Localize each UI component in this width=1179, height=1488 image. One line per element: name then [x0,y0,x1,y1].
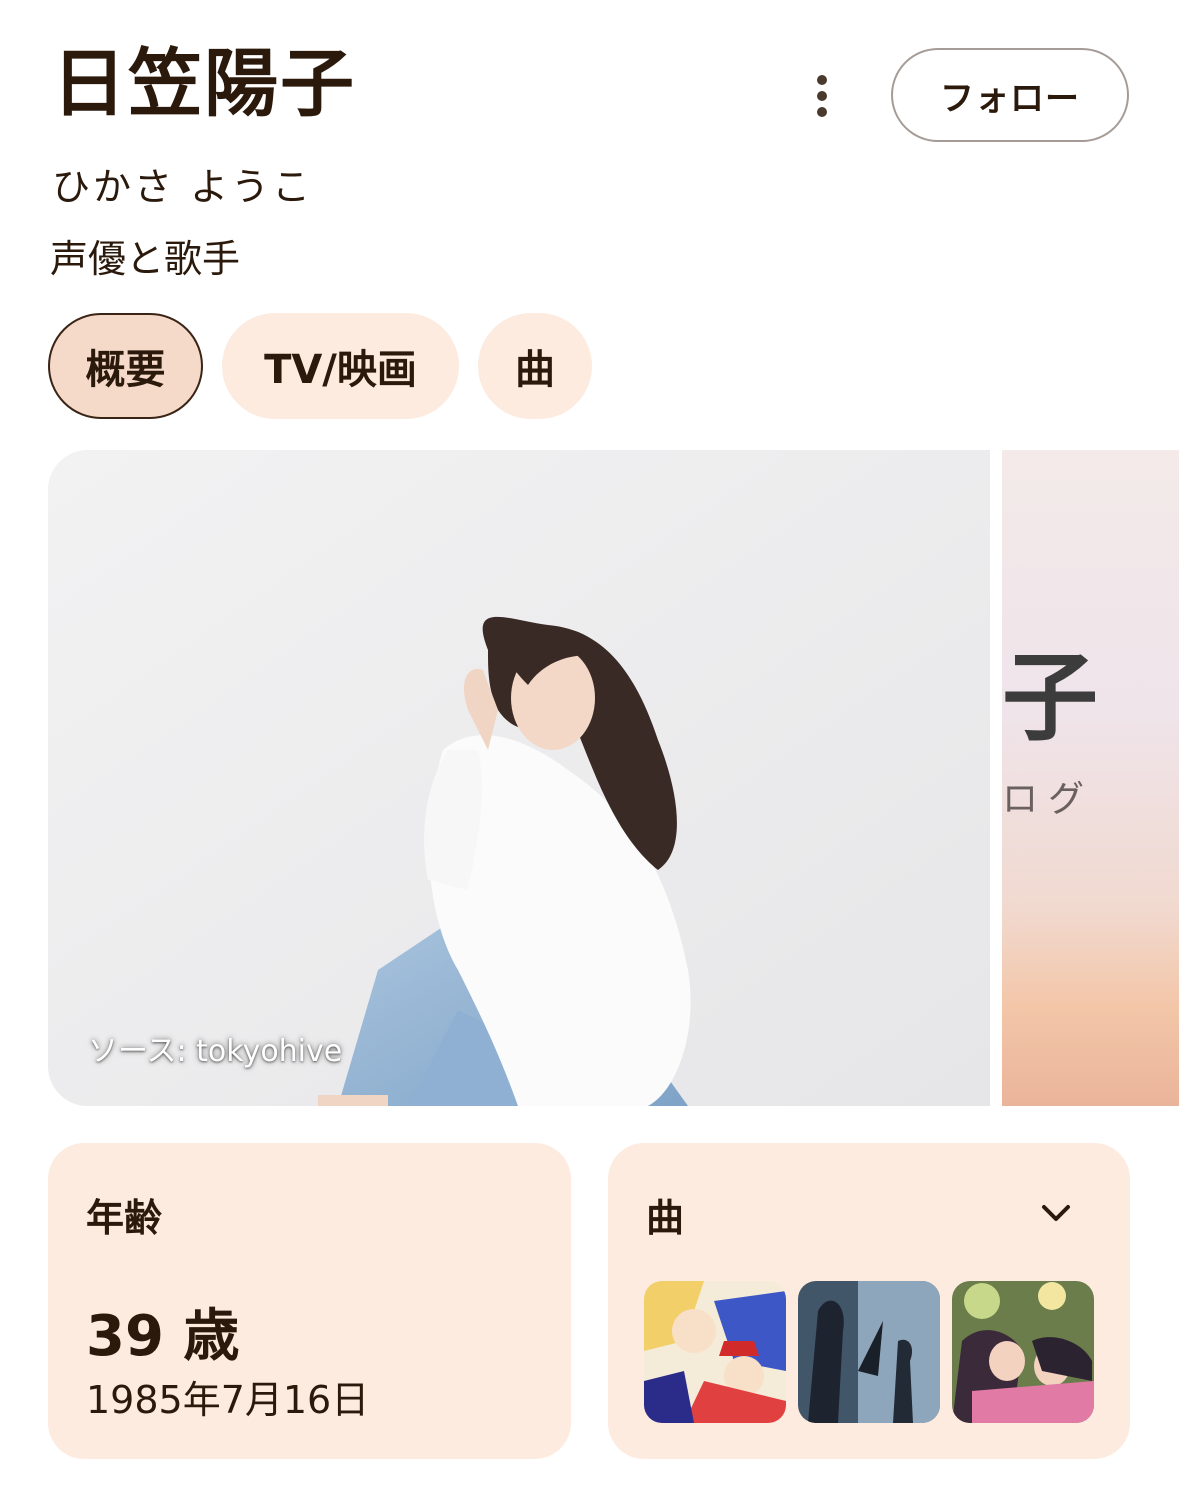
tab-tv-movies[interactable]: TV/映画 [222,313,459,419]
song-thumbnail-art [798,1281,940,1423]
song-thumbnail[interactable] [952,1281,1094,1423]
song-thumbnail-art [644,1281,786,1423]
more-vert-icon [817,75,827,85]
gallery-next-image[interactable]: 子 ログ [1002,450,1179,1106]
page-title: 日笠陽子 [52,41,356,127]
song-thumbnail-art [952,1281,1094,1423]
song-thumbnail[interactable] [798,1281,940,1423]
name-reading: ひかさ ようこ [52,165,314,209]
tab-overview[interactable]: 概要 [48,313,203,419]
more-vert-icon-dot [817,107,827,117]
songs-label: 曲 [646,1196,685,1240]
age-card[interactable]: 年齢 39 歳 1985年7月16日 [48,1143,571,1459]
follow-button[interactable]: フォロー [891,48,1129,142]
next-image-subtitle-fragment: ログ [1002,779,1095,820]
more-vert-icon-dot [817,91,827,101]
image-source-label: ソース: tokyohive [88,1034,343,1069]
next-image-title-fragment: 子 [1002,642,1098,754]
birth-date: 1985年7月16日 [86,1378,370,1422]
age-label: 年齢 [86,1196,163,1240]
occupation: 声優と歌手 [50,237,241,281]
songs-card[interactable]: 曲 [608,1143,1130,1459]
profile-photo[interactable]: ソース: tokyohive [48,450,990,1106]
song-thumbnail[interactable] [644,1281,786,1423]
more-options-button[interactable] [796,70,848,122]
tab-songs[interactable]: 曲 [478,313,592,419]
age-value: 39 歳 [86,1304,240,1369]
profile-photo-image [48,450,990,1106]
chevron-down-icon[interactable] [1036,1193,1076,1233]
